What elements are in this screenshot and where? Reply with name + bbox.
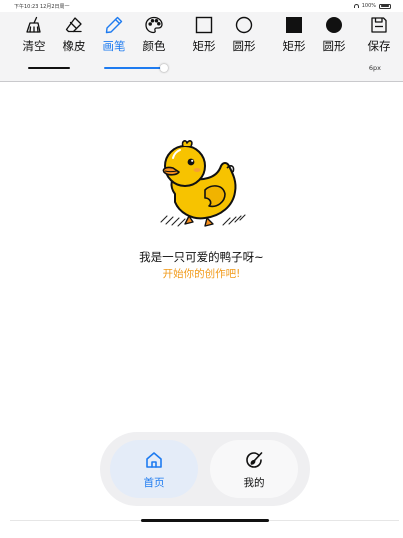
save-icon bbox=[368, 14, 390, 36]
pen-icon bbox=[103, 14, 125, 36]
circle-outline-label: 圆形 bbox=[232, 39, 256, 53]
battery-percent: 100% bbox=[361, 3, 376, 9]
status-time: 下午10:23 12月2日周一 bbox=[14, 4, 70, 10]
bottom-tab-bar: 首页 我的 bbox=[100, 432, 310, 506]
stroke-options-bar: 6px bbox=[0, 59, 403, 82]
color-button[interactable]: 颜色 bbox=[136, 12, 172, 57]
rectangle-filled-icon bbox=[283, 14, 305, 36]
canvas-subcaption: 开始你的创作吧! bbox=[162, 268, 241, 280]
canvas-caption: 我是一只可爱的鸭子呀~ bbox=[139, 250, 264, 264]
clear-label: 清空 bbox=[22, 39, 46, 53]
pen-button[interactable]: 画笔 bbox=[96, 12, 132, 57]
home-indicator bbox=[141, 519, 269, 522]
palette-icon bbox=[143, 14, 165, 36]
tab-mine-label: 我的 bbox=[243, 477, 265, 489]
circle-filled-label: 圆形 bbox=[322, 39, 346, 53]
home-icon bbox=[144, 450, 164, 470]
circle-outline-button[interactable]: 圆形 bbox=[226, 12, 262, 57]
eraser-icon bbox=[63, 14, 85, 36]
pen-label: 画笔 bbox=[102, 39, 126, 53]
circle-filled-button[interactable]: 圆形 bbox=[316, 12, 352, 57]
save-label: 保存 bbox=[367, 39, 391, 53]
stroke-size-slider-thumb[interactable] bbox=[160, 64, 168, 72]
rectangle-filled-label: 矩形 bbox=[282, 39, 306, 53]
duck-illustration bbox=[160, 140, 246, 227]
stroke-size-label: 6px bbox=[368, 64, 381, 72]
drawing-toolbar: 清空 橡皮 画笔 颜色 矩形 圆形 矩形 圆形 保存 bbox=[0, 12, 403, 59]
tab-mine[interactable]: 我的 bbox=[210, 440, 298, 498]
brush-circle-icon bbox=[244, 450, 264, 470]
rectangle-outline-icon bbox=[193, 14, 215, 36]
broom-icon bbox=[23, 14, 45, 36]
stroke-size-slider[interactable] bbox=[104, 67, 164, 69]
eraser-button[interactable]: 橡皮 bbox=[56, 12, 92, 57]
rectangle-outline-button[interactable]: 矩形 bbox=[186, 12, 222, 57]
tab-home[interactable]: 首页 bbox=[110, 440, 198, 498]
tab-home-label: 首页 bbox=[143, 477, 165, 489]
circle-filled-icon bbox=[323, 14, 345, 36]
stroke-preview bbox=[28, 67, 70, 70]
status-right: 100% bbox=[353, 3, 391, 9]
save-button[interactable]: 保存 bbox=[361, 12, 397, 57]
color-label: 颜色 bbox=[142, 39, 166, 53]
battery-icon bbox=[379, 3, 391, 9]
eraser-label: 橡皮 bbox=[62, 39, 86, 53]
rectangle-filled-button[interactable]: 矩形 bbox=[276, 12, 312, 57]
circle-outline-icon bbox=[233, 14, 255, 36]
clear-button[interactable]: 清空 bbox=[16, 12, 52, 57]
status-bar: 下午10:23 12月2日周一 100% bbox=[0, 0, 403, 12]
wifi-icon bbox=[353, 4, 359, 8]
rectangle-outline-label: 矩形 bbox=[192, 39, 216, 53]
